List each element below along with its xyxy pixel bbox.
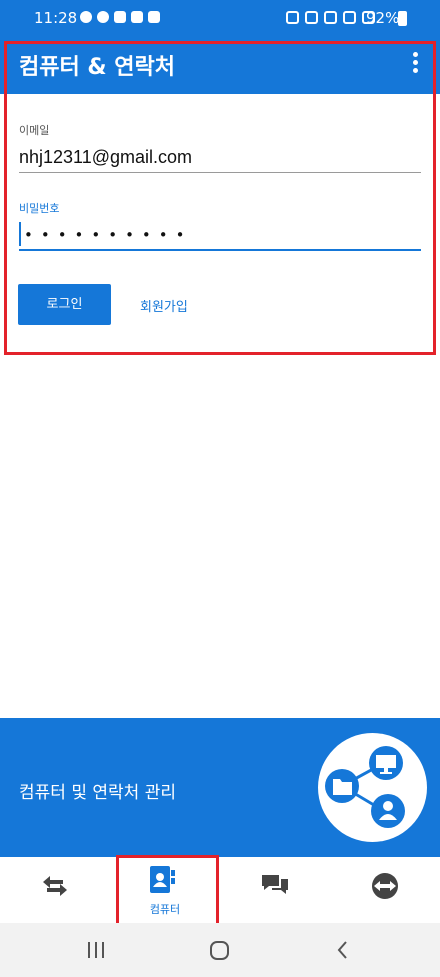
status-bar: 11:28 92% [0,0,440,37]
text-cursor [19,222,21,246]
home-icon[interactable] [190,923,250,977]
login-button[interactable]: 로그인 [18,284,111,325]
notification-icons [80,11,160,23]
alarm-icon [286,11,299,24]
tab-computers-label: 컴퓨터 [149,903,181,916]
system-status-icons [286,11,375,24]
chat-icon [262,875,288,894]
anchor-icon [131,11,143,23]
email-label: 이메일 [19,124,50,137]
password-underline [19,249,421,251]
signup-link[interactable]: 회원가입 [140,296,188,315]
battery-percent: 92% [366,9,400,27]
tab-transfer[interactable] [0,857,110,923]
contacts-book-icon [150,866,175,893]
recent-apps-icon[interactable] [66,923,126,977]
wifi-icon [343,11,356,24]
email-underline [19,172,421,173]
share-network-icon [325,746,405,828]
password-field[interactable]: •••••••••• [24,226,192,244]
battery-icon [398,11,407,26]
promo-banner: 컴퓨터 및 연락처 관리 [0,718,440,857]
system-navigation-bar [0,923,440,977]
tab-chat[interactable] [220,857,330,923]
mail-icon [114,11,126,23]
teamviewer-icon [372,873,398,899]
chat-bubble-icon [80,11,92,23]
more-vertical-icon[interactable] [409,52,421,76]
mute-icon [324,11,337,24]
promo-circle [318,733,427,842]
promo-text: 컴퓨터 및 연락처 관리 [19,783,176,803]
page-title: 컴퓨터 & 연락처 [19,55,175,80]
image-icon [148,11,160,23]
bottom-navigation: 컴퓨터 [0,857,440,923]
c-app-icon [97,11,109,23]
back-icon[interactable] [313,923,373,977]
app-header: 컴퓨터 & 연락처 [0,37,440,94]
bluetooth-icon [305,11,318,24]
password-label: 비밀번호 [19,202,60,215]
status-time: 11:28 [34,9,78,27]
tab-computers[interactable]: 컴퓨터 [110,857,220,923]
arrows-transfer-icon [43,876,67,896]
email-field[interactable]: nhj12311@gmail.com [19,147,192,168]
tab-teamviewer[interactable] [330,857,440,923]
